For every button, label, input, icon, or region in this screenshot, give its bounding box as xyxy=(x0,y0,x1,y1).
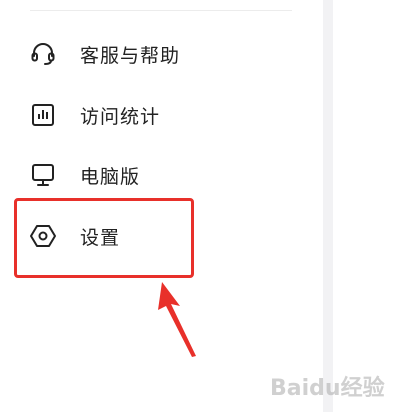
background-page xyxy=(333,0,413,412)
menu-item-help-label: 客服与帮助 xyxy=(80,44,181,67)
monitor-icon xyxy=(28,160,58,190)
page-edge-strip xyxy=(323,0,333,412)
menu-item-stats[interactable]: 访问统计 xyxy=(28,93,288,137)
menu-item-desktop-version-label: 电脑版 xyxy=(80,165,141,188)
settings-highlight-box xyxy=(14,198,194,278)
menu-item-help[interactable]: 客服与帮助 xyxy=(28,32,288,76)
red-arrow-annotation xyxy=(150,280,210,364)
baidu-watermark: Baidu经验 xyxy=(270,376,385,401)
headset-icon xyxy=(28,39,58,69)
bar-chart-icon xyxy=(28,100,58,130)
menu-item-desktop-version[interactable]: 电脑版 xyxy=(28,153,288,197)
menu-item-stats-label: 访问统计 xyxy=(80,105,161,128)
menu-divider xyxy=(30,10,292,11)
